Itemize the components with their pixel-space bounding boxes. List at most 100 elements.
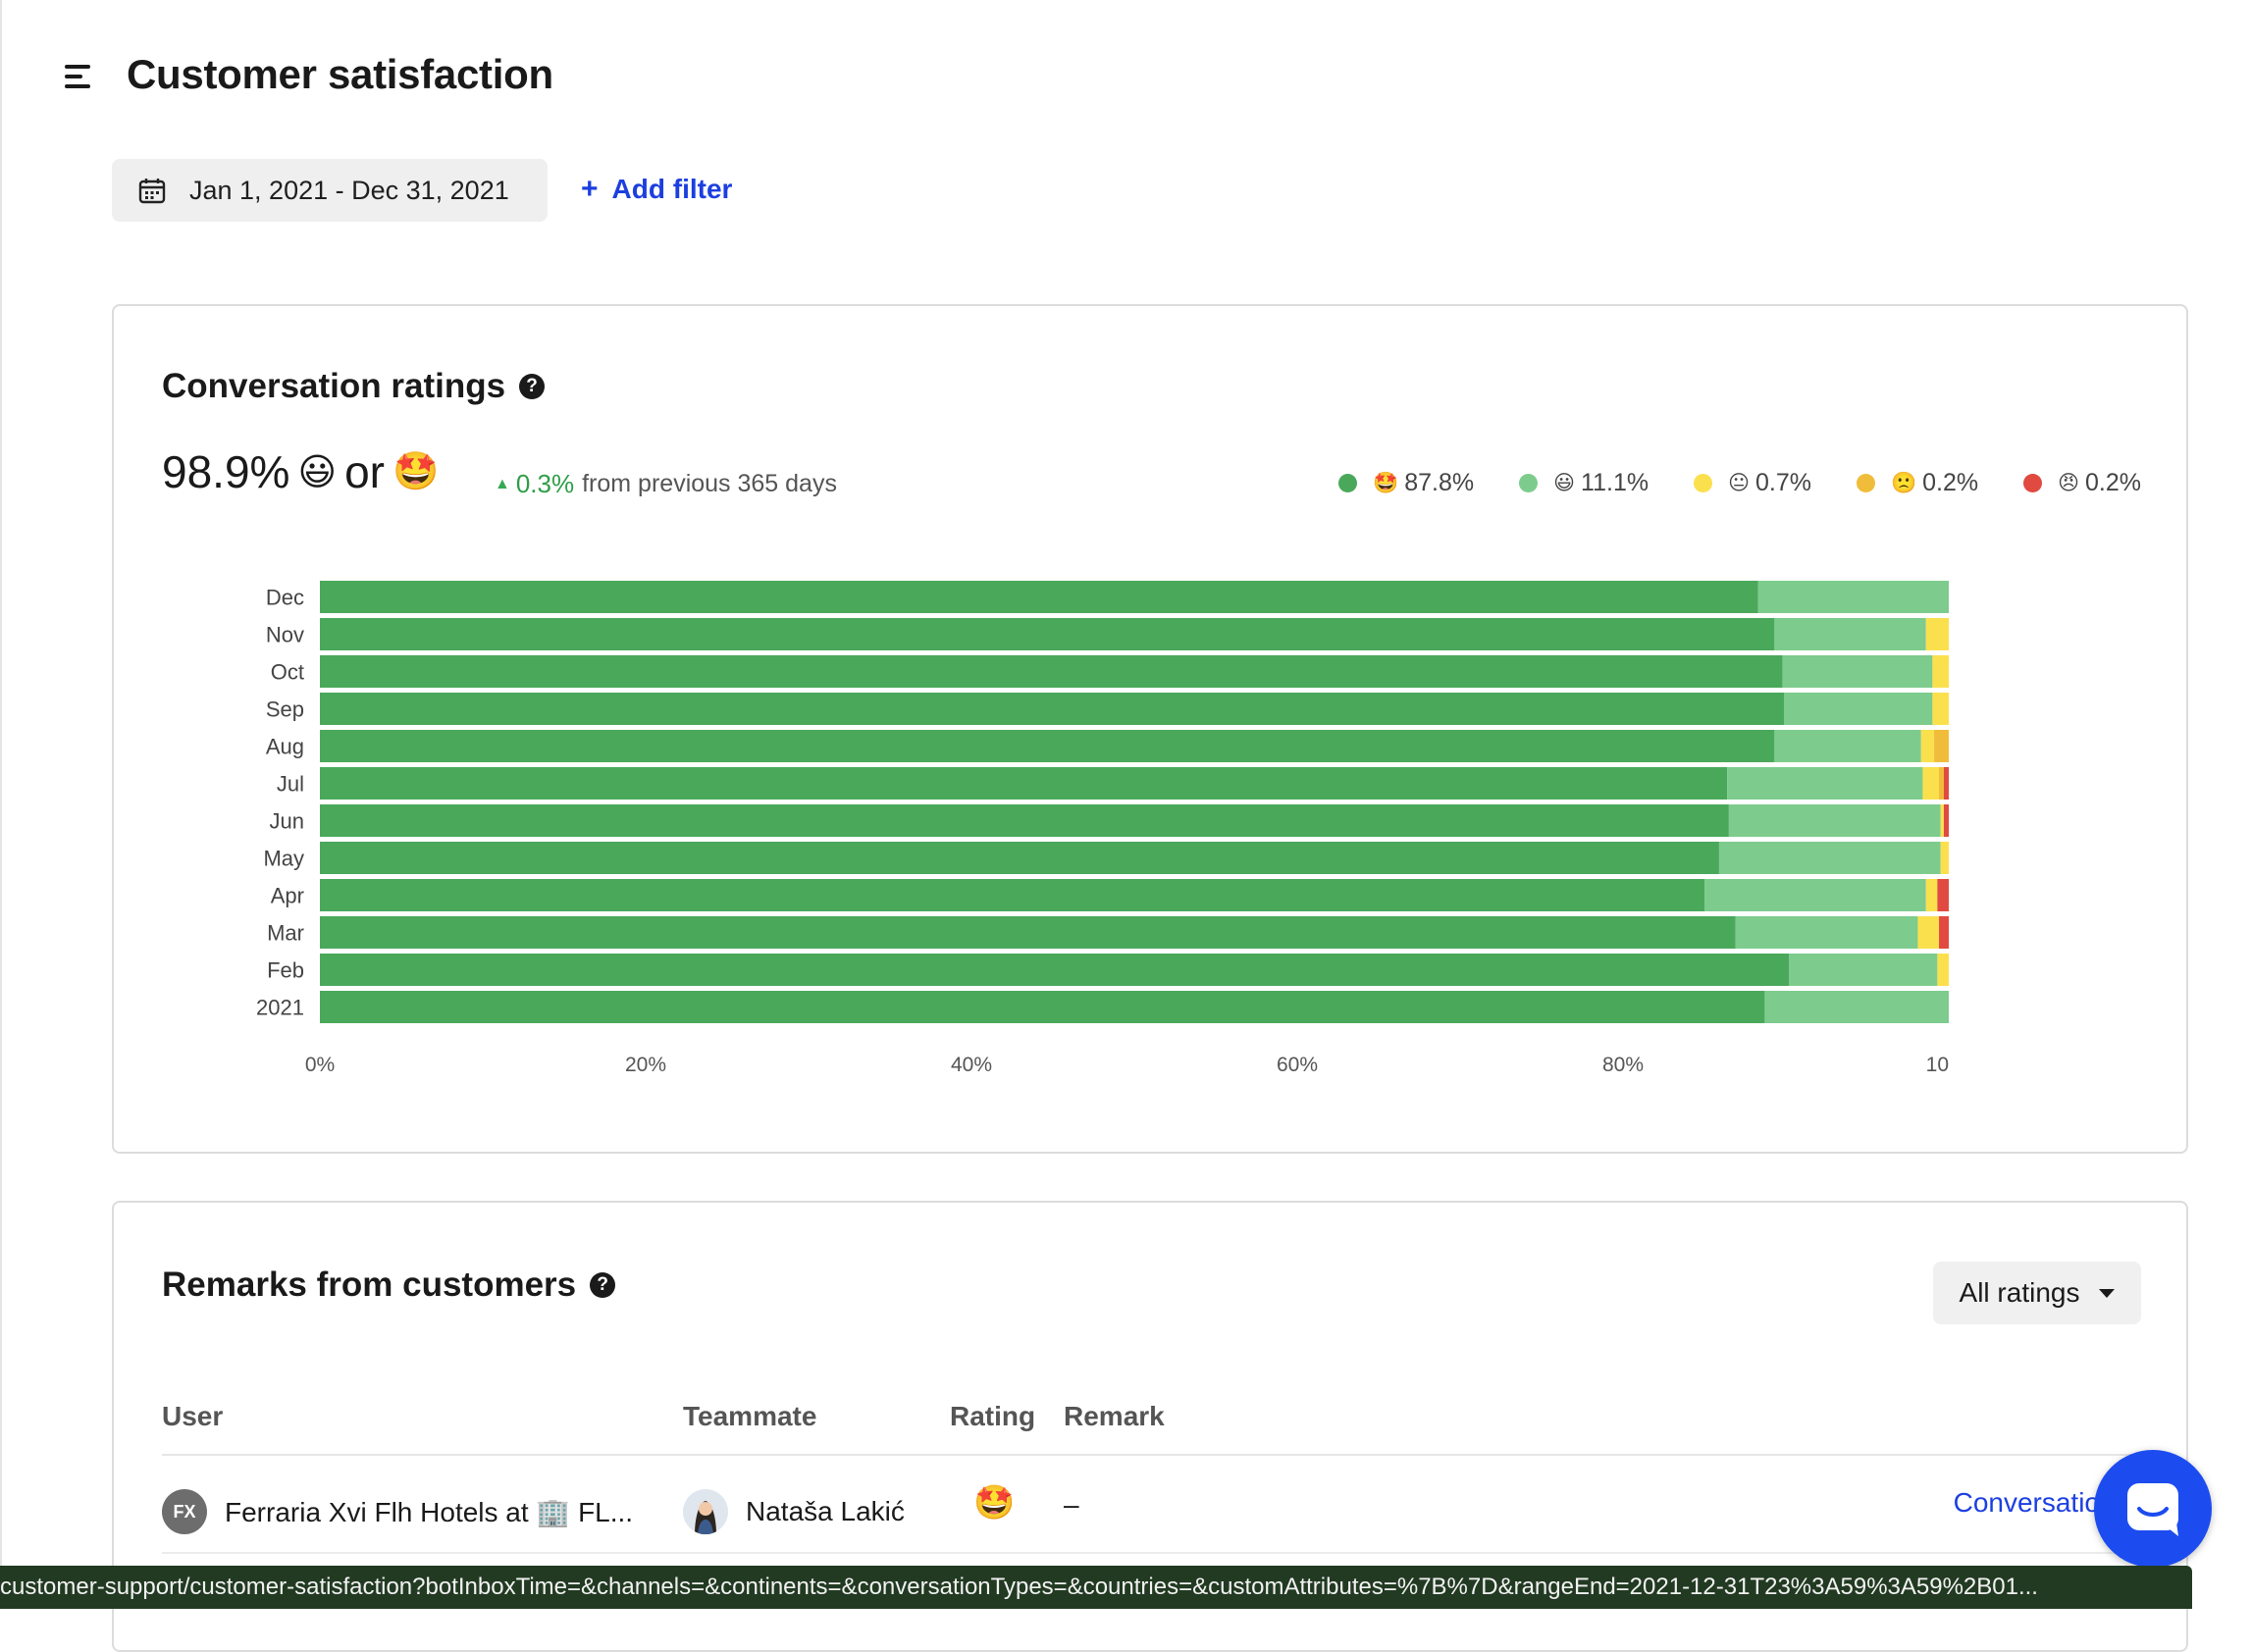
help-icon[interactable]: ? xyxy=(590,1272,616,1298)
chart-legend: 🤩 87.8% 😃 11.1% 😐 0.7% 🙁 0.2% 😠 0.2% xyxy=(1293,469,2141,497)
plus-icon: + xyxy=(581,173,599,205)
table-header-divider xyxy=(162,1454,2141,1456)
remark-text: – xyxy=(1064,1489,1079,1520)
bar-segment[interactable] xyxy=(320,655,1783,688)
bar-segment[interactable] xyxy=(1922,767,1940,800)
table-row-teammate-cell[interactable]: Nataša Lakić xyxy=(683,1489,905,1534)
legend-value: 11.1% xyxy=(1581,469,1649,496)
legend-dot-icon xyxy=(2023,474,2043,492)
bar-segment[interactable] xyxy=(1718,842,1941,874)
angry-face-icon: 😠 xyxy=(2058,472,2080,494)
date-range-picker[interactable]: Jan 1, 2021 - Dec 31, 2021 xyxy=(112,159,548,222)
bar-segment[interactable] xyxy=(1925,879,1938,911)
bar-segment[interactable] xyxy=(1774,618,1926,650)
bar-segment[interactable] xyxy=(1774,730,1921,762)
category-tick-label: Apr xyxy=(271,884,304,908)
bar-segment[interactable] xyxy=(320,693,1785,725)
bar-segment[interactable] xyxy=(1735,916,1918,949)
legend-item-ok[interactable]: 😐 0.7% xyxy=(1694,469,1811,497)
ratings-filter-dropdown[interactable]: All ratings xyxy=(1933,1262,2141,1324)
category-tick-label: Jun xyxy=(270,809,304,834)
x-axis-tick-label: 40% xyxy=(951,1054,992,1076)
change-text: from previous 365 days xyxy=(582,470,837,497)
legend-item-bad[interactable]: 🙁 0.2% xyxy=(1856,469,1978,497)
legend-value: 87.8% xyxy=(1404,469,1475,496)
conversation-link[interactable]: Conversatio xyxy=(1954,1487,2100,1519)
calendar-icon xyxy=(138,179,166,204)
bar-segment[interactable] xyxy=(320,804,1729,837)
bar-segment[interactable] xyxy=(1940,804,1945,837)
remarks-card-title-row: Remarks from customers ? xyxy=(162,1265,616,1305)
hamburger-menu-icon[interactable] xyxy=(65,63,94,90)
bar-segment[interactable] xyxy=(1940,842,1949,874)
bar-segment[interactable] xyxy=(1932,693,1949,725)
avatar: FX xyxy=(162,1489,207,1534)
help-icon[interactable]: ? xyxy=(519,374,546,399)
smiley-face-icon: 😃 xyxy=(1553,472,1576,494)
bar-segment[interactable] xyxy=(1704,879,1926,911)
star-struck-face-icon: 🤩 xyxy=(973,1484,1016,1522)
bar-segment[interactable] xyxy=(1917,916,1940,949)
bar-segment[interactable] xyxy=(320,879,1704,911)
table-row-user-cell[interactable]: FX Ferraria Xvi Flh Hotels at 🏢 FL... xyxy=(162,1489,633,1534)
category-tick-label: Sep xyxy=(266,697,304,722)
bar-segment[interactable] xyxy=(1764,991,1949,1023)
bar-segment[interactable] xyxy=(320,991,1765,1023)
headline-or: or xyxy=(344,446,385,497)
legend-dot-icon xyxy=(1338,474,1358,492)
bar-segment[interactable] xyxy=(1784,693,1933,725)
bar-segment[interactable] xyxy=(320,916,1736,949)
bar-segment[interactable] xyxy=(1939,767,1945,800)
bar-segment[interactable] xyxy=(1789,954,1938,986)
column-header-rating[interactable]: Rating xyxy=(950,1401,1035,1432)
bar-segment[interactable] xyxy=(1937,954,1949,986)
add-filter-button[interactable]: + Add filter xyxy=(581,173,732,206)
ratings-card-title: Conversation ratings xyxy=(162,367,506,405)
remarks-card-title: Remarks from customers xyxy=(162,1265,577,1304)
frowning-face-icon: 🙁 xyxy=(1890,471,1917,494)
bar-segment[interactable] xyxy=(320,581,1758,613)
date-range-label: Jan 1, 2021 - Dec 31, 2021 xyxy=(189,175,509,205)
conversation-ratings-card: Conversation ratings ? 98.9% 😃 or 🤩 ▲ 0.… xyxy=(112,304,2188,1154)
legend-item-amazing[interactable]: 🤩 87.8% xyxy=(1338,469,1474,497)
bar-segment[interactable] xyxy=(1944,767,1949,800)
ratings-card-title-row: Conversation ratings ? xyxy=(162,367,546,406)
user-name: Ferraria Xvi Flh Hotels at 🏢 FL... xyxy=(225,1496,634,1527)
legend-item-terrible[interactable]: 😠 0.2% xyxy=(2023,469,2141,497)
category-tick-label: Mar xyxy=(267,921,304,946)
column-header-user[interactable]: User xyxy=(162,1401,223,1432)
bar-segment[interactable] xyxy=(320,842,1719,874)
smiley-face-icon: 😃 xyxy=(297,451,338,493)
bar-segment[interactable] xyxy=(1934,730,1949,762)
bar-segment[interactable] xyxy=(1932,655,1949,688)
legend-item-great[interactable]: 😃 11.1% xyxy=(1519,469,1649,497)
messenger-launcher-button[interactable] xyxy=(2094,1450,2212,1568)
bar-segment[interactable] xyxy=(1757,581,1949,613)
bar-segment[interactable] xyxy=(320,954,1790,986)
x-axis-tick-label: 20% xyxy=(625,1054,666,1076)
bar-segment[interactable] xyxy=(320,730,1775,762)
bar-segment[interactable] xyxy=(1727,767,1923,800)
column-header-teammate[interactable]: Teammate xyxy=(683,1401,816,1432)
avatar xyxy=(683,1489,728,1534)
category-tick-label: Oct xyxy=(271,660,304,685)
bar-segment[interactable] xyxy=(1937,879,1949,911)
bar-segment[interactable] xyxy=(1920,730,1935,762)
bar-segment[interactable] xyxy=(1782,655,1933,688)
category-tick-label: 2021 xyxy=(256,996,304,1020)
column-header-remark[interactable]: Remark xyxy=(1064,1401,1165,1432)
bar-segment[interactable] xyxy=(1939,916,1949,949)
window-edge xyxy=(0,0,2,1609)
legend-dot-icon xyxy=(1519,474,1539,492)
legend-dot-icon xyxy=(1856,474,1875,492)
bar-segment[interactable] xyxy=(1728,804,1941,837)
category-tick-label: Feb xyxy=(267,958,304,983)
bar-segment[interactable] xyxy=(1925,618,1949,650)
category-tick-label: Dec xyxy=(266,586,304,610)
link-status-bar: customer-support/customer-satisfaction?b… xyxy=(0,1566,2192,1609)
bar-segment[interactable] xyxy=(320,767,1728,800)
category-tick-label: Jul xyxy=(277,772,304,797)
bar-segment[interactable] xyxy=(1944,804,1949,837)
bar-segment[interactable] xyxy=(320,618,1775,650)
ratings-filter-label: All ratings xyxy=(1959,1277,2080,1308)
